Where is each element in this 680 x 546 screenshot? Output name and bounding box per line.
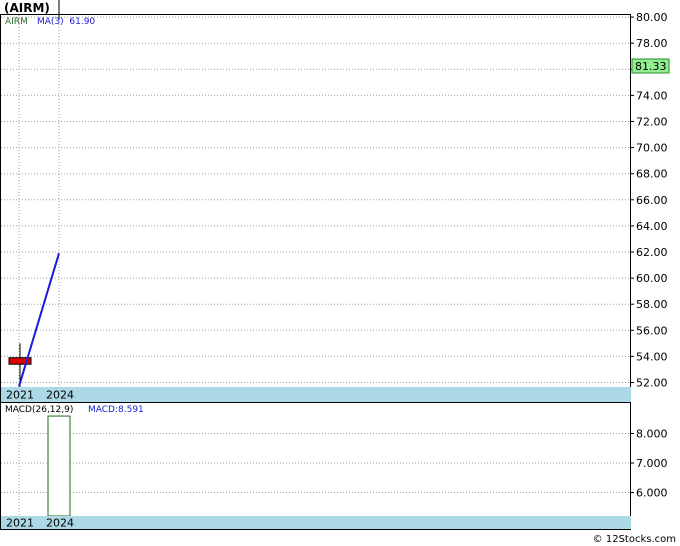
price-panel: 84.0082.0080.0078.0076.0074.0072.0070.00… xyxy=(0,0,670,403)
macd-year-band xyxy=(1,516,631,529)
price-tick-label: 52.00 xyxy=(636,377,668,390)
copyright-credit: © 12Stocks.com xyxy=(593,534,676,545)
macd-x-label-2021: 2021 xyxy=(6,517,34,530)
price-tick-label: 62.00 xyxy=(636,246,668,259)
price-tick-label: 66.00 xyxy=(636,194,668,207)
macd-tick-label: 6.000 xyxy=(636,487,668,500)
price-tick-label: 56.00 xyxy=(636,324,668,337)
price-tick-label: 68.00 xyxy=(636,168,668,181)
stock-chart: (AIRM) 84.0082.0080.0078.0076.0074.0072.… xyxy=(0,0,676,545)
macd-tick-label: 8.000 xyxy=(636,428,668,441)
macd-panel: 8.0007.0006.000 2021 2024 MACD(26,12,9) … xyxy=(0,402,668,530)
price-tick-label: 54.00 xyxy=(636,350,668,363)
price-tick-label: 70.00 xyxy=(636,142,668,155)
macd-panel-frame xyxy=(0,402,631,530)
last-price-label: 81.33 xyxy=(635,60,667,73)
price-tick-label: 80.00 xyxy=(636,11,668,24)
macd-legend-value: MACD:8.591 xyxy=(88,405,144,415)
price-tick-label: 78.00 xyxy=(636,37,668,50)
macd-bar xyxy=(47,415,71,517)
macd-tick-label: 7.000 xyxy=(636,457,668,470)
macd-y-axis: 8.000 7.000 6.000 xyxy=(630,428,668,500)
macd-x-label-2024: 2024 xyxy=(46,517,74,530)
price-x-label-2021: 2021 xyxy=(6,389,34,402)
price-x-label-2024: 2024 xyxy=(46,389,74,402)
price-tick-label: 64.00 xyxy=(636,220,668,233)
price-panel-frame xyxy=(0,14,631,403)
price-y-axis: 84.0082.0080.0078.0076.0074.0072.0070.00… xyxy=(630,11,668,390)
price-year-band xyxy=(1,387,631,402)
price-tick-label: 60.00 xyxy=(636,272,668,285)
price-tick-label: 72.00 xyxy=(636,116,668,129)
chart-title: (AIRM) xyxy=(4,1,50,15)
macd-legend-name: MACD(26,12,9) xyxy=(5,405,73,415)
price-tick-label: 58.00 xyxy=(636,298,668,311)
price-tick-label: 74.00 xyxy=(636,89,668,102)
legend-ma: MA(3) 61.90 xyxy=(37,17,95,27)
legend-ticker: AIRM xyxy=(5,17,28,27)
